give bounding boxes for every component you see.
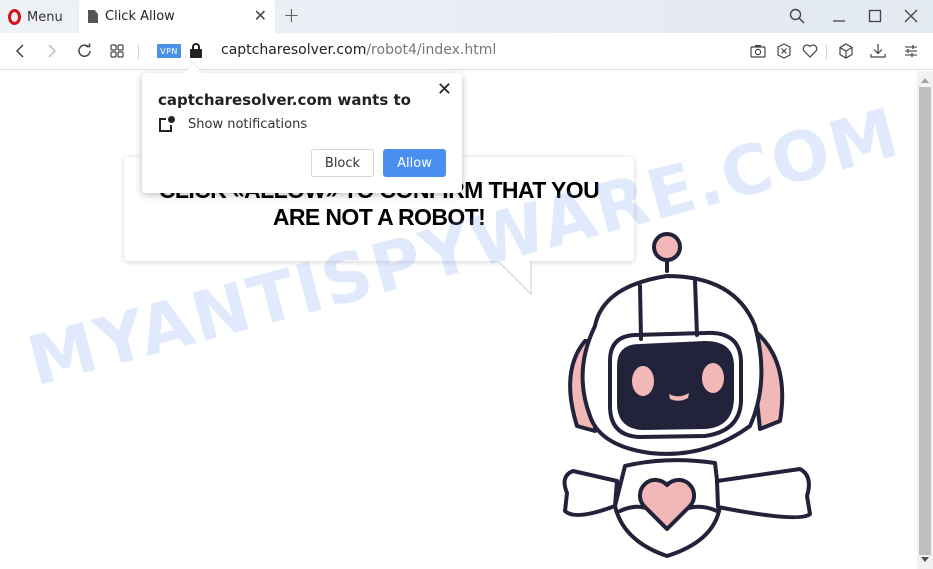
easy-setup-icon[interactable] xyxy=(902,42,920,60)
robot-left-arm xyxy=(562,469,619,517)
minimize-icon[interactable] xyxy=(828,6,850,26)
heading-line-2: ARE NOT A ROBOT! xyxy=(272,204,486,230)
robot-right-eye xyxy=(702,363,724,393)
block-button[interactable]: Block xyxy=(311,149,374,177)
notification-icon xyxy=(159,116,175,132)
allow-button[interactable]: Allow xyxy=(383,149,446,177)
document-icon xyxy=(88,10,98,23)
reload-icon[interactable] xyxy=(75,41,95,61)
tab-bar: Menu Click Allow ✕ + xyxy=(0,0,933,33)
back-icon[interactable] xyxy=(10,41,30,61)
robot-right-arm xyxy=(715,467,812,520)
address-bar: VPN captcharesolver.com/robot4/index.htm… xyxy=(0,33,933,70)
window-close-icon[interactable] xyxy=(900,6,922,26)
menu-label: Menu xyxy=(27,9,63,25)
tab-close-icon[interactable]: ✕ xyxy=(254,7,267,25)
robot-left-eye xyxy=(632,366,654,396)
speech-bubble-tail xyxy=(497,261,532,296)
vertical-scrollbar[interactable] xyxy=(917,71,933,569)
speed-dial-icon[interactable] xyxy=(107,41,127,61)
opera-menu-button[interactable]: Menu xyxy=(8,6,63,28)
robot-antenna-ball xyxy=(652,232,682,262)
permission-row: Show notifications xyxy=(159,116,307,132)
maximize-icon[interactable] xyxy=(864,6,886,26)
heart-icon[interactable] xyxy=(801,42,819,60)
divider xyxy=(826,44,827,59)
tab-active[interactable]: Click Allow ✕ xyxy=(79,0,275,33)
url-domain: captcharesolver.com xyxy=(221,42,367,58)
adblock-icon[interactable] xyxy=(775,42,793,60)
url-field[interactable]: captcharesolver.com/robot4/index.html xyxy=(221,42,496,58)
camera-icon[interactable] xyxy=(749,42,767,60)
new-tab-button[interactable]: + xyxy=(283,4,300,26)
lock-icon[interactable] xyxy=(190,43,202,58)
notification-permission-popup: captcharesolver.com wants to ✕ Show noti… xyxy=(142,73,462,193)
search-icon[interactable] xyxy=(786,6,808,26)
scroll-up-arrow[interactable] xyxy=(921,78,929,83)
vpn-badge[interactable]: VPN xyxy=(157,44,181,58)
permission-label: Show notifications xyxy=(188,116,308,132)
url-path: /robot4/index.html xyxy=(366,42,497,58)
tab-title: Click Allow xyxy=(105,9,175,24)
divider xyxy=(138,44,139,59)
forward-icon[interactable] xyxy=(42,41,62,61)
robot-illustration xyxy=(562,232,812,558)
scroll-down-arrow[interactable] xyxy=(921,557,929,562)
popup-title: captcharesolver.com wants to xyxy=(158,91,411,109)
popup-close-icon[interactable]: ✕ xyxy=(437,79,452,100)
cube-icon[interactable] xyxy=(837,42,855,60)
download-icon[interactable] xyxy=(869,42,887,60)
opera-logo-icon xyxy=(8,9,21,25)
scrollbar-thumb[interactable] xyxy=(919,87,931,555)
